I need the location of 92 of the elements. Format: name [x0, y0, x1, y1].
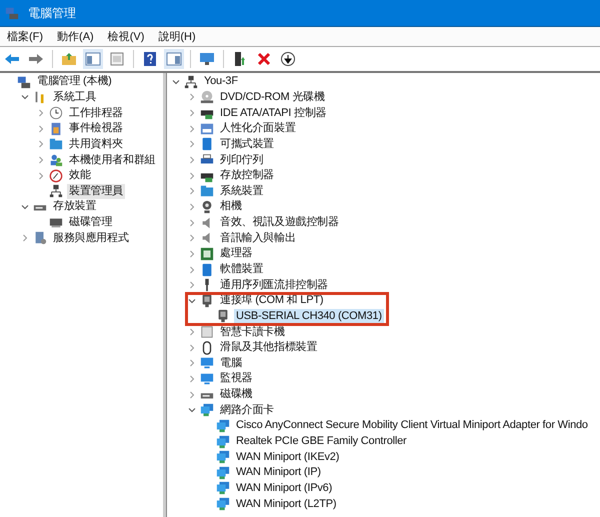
tree-item[interactable]: WAN Miniport (IKEv2) — [234, 450, 342, 465]
expand-chevron-icon[interactable] — [187, 92, 197, 102]
download-icon[interactable] — [278, 49, 298, 69]
tree-item[interactable]: IDE ATA/ATAPI 控制器 — [218, 106, 328, 121]
disc-icon — [200, 90, 214, 104]
connector-icon — [200, 294, 214, 308]
expand-chevron-icon[interactable] — [187, 124, 197, 134]
folder-icon — [200, 184, 214, 198]
tree-item[interactable]: WAN Miniport (L2TP) — [234, 496, 338, 512]
expand-chevron-icon[interactable] — [187, 248, 197, 259]
expand-chevron-icon[interactable] — [187, 202, 197, 212]
network-icon — [216, 497, 230, 512]
tree-item[interactable]: 效能 — [67, 168, 93, 184]
tree-item[interactable]: 事件檢視器 — [67, 121, 126, 136]
tree-item[interactable]: 音訊輸入與輸出 — [218, 230, 298, 246]
expand-chevron-icon[interactable] — [187, 170, 197, 181]
network-icon — [216, 450, 230, 464]
clock-icon — [49, 106, 63, 120]
expand-chevron-icon[interactable] — [187, 218, 197, 228]
tree-item[interactable]: 系統工具 — [51, 90, 98, 105]
tree-item[interactable]: 網路介面卡 — [218, 402, 276, 418]
tree-item[interactable]: Realtek PCIe GBE Family Controller — [234, 434, 408, 450]
tree-item[interactable]: 通用序列匯流排控制器 — [218, 278, 330, 293]
tree-item[interactable]: 工作排程器 — [67, 106, 126, 121]
menu-item[interactable]: 檢視(V) — [108, 29, 144, 44]
monitor-icon — [200, 356, 214, 370]
console-tree-icon[interactable] — [83, 49, 103, 69]
network-icon — [216, 466, 230, 480]
expand-chevron-icon[interactable] — [187, 342, 197, 353]
tree-item[interactable]: 系統裝置 — [218, 184, 266, 199]
tree-icon — [49, 184, 63, 198]
tree-item[interactable]: Cisco AnyConnect Secure Mobility Client Virtual Miniport Adapter for Windo — [234, 418, 590, 434]
camera-icon — [200, 200, 214, 214]
expand-chevron-icon[interactable] — [187, 108, 197, 118]
expand-chevron-icon[interactable] — [187, 264, 197, 274]
tree-item[interactable]: 監視器 — [218, 371, 254, 386]
menu-item[interactable]: 說明(H) — [158, 29, 196, 44]
tree-item[interactable]: 可攜式裝置 — [218, 136, 276, 152]
network-icon — [216, 434, 230, 449]
expand-chevron-icon[interactable] — [20, 233, 30, 244]
tree-item[interactable]: 磁碟機 — [218, 387, 254, 402]
network-icon — [216, 481, 230, 496]
tree-item[interactable]: 智慧卡讀卡機 — [218, 324, 287, 340]
expand-chevron-icon[interactable] — [187, 327, 197, 338]
expand-chevron-icon[interactable] — [187, 139, 197, 150]
network-icon — [216, 418, 230, 433]
menu-item[interactable]: 動作(A) — [57, 29, 94, 44]
tree-item[interactable]: 裝置管理員 — [67, 184, 126, 199]
expand-chevron-icon[interactable] — [187, 155, 197, 166]
window-title: 電腦管理 — [28, 4, 76, 22]
tree-item[interactable]: 處理器 — [218, 246, 254, 262]
tree-item[interactable]: WAN Miniport (IPv6) — [234, 480, 334, 496]
tree-item[interactable]: 音效、視訊及遊戲控制器 — [218, 215, 341, 230]
expand-chevron-icon[interactable] — [187, 186, 197, 196]
computer-icon — [5, 6, 19, 20]
tree-item[interactable]: 滑鼠及其他指標裝置 — [218, 340, 320, 356]
connector-icon — [216, 309, 230, 324]
computer-icon — [17, 74, 31, 89]
tree-item[interactable]: 電腦 — [218, 356, 244, 371]
mouse-icon — [200, 340, 214, 355]
tree-item[interactable]: 人性化介面裝置 — [218, 121, 298, 136]
expand-chevron-icon[interactable] — [187, 390, 197, 400]
tree-item[interactable]: 電腦管理 (本機) — [35, 74, 114, 90]
tree-item[interactable]: 本機使用者和群組 — [67, 152, 158, 168]
tree-item[interactable]: 軟體裝置 — [218, 262, 266, 277]
tree-item[interactable]: 存放控制器 — [218, 168, 276, 184]
expand-chevron-icon[interactable] — [36, 139, 46, 150]
tree-item[interactable]: 相機 — [218, 199, 244, 214]
folder-icon — [49, 137, 63, 152]
monitor-icon — [200, 372, 214, 386]
tree-icon — [184, 74, 198, 89]
tree-item[interactable]: 存放裝置 — [51, 199, 98, 214]
users-icon — [49, 153, 63, 168]
menu-item[interactable]: 檔案(F) — [7, 29, 44, 44]
tree-item[interactable]: WAN Miniport (IP) — [234, 465, 323, 480]
tree-item[interactable]: 列印佇列 — [218, 152, 266, 168]
tree-item[interactable]: 共用資料夾 — [67, 136, 126, 152]
network-icon — [200, 403, 214, 418]
expand-chevron-icon[interactable] — [36, 108, 46, 118]
tree-item[interactable]: USB-SERIAL CH340 (COM31) — [234, 308, 384, 324]
action-pane-icon[interactable] — [164, 49, 184, 69]
tree-item[interactable]: 服務與應用程式 — [51, 230, 131, 246]
expand-chevron-icon[interactable] — [36, 124, 46, 134]
expand-chevron-icon[interactable] — [187, 358, 197, 368]
tree-item[interactable]: 磁碟管理 — [67, 215, 114, 230]
expand-chevron-icon[interactable] — [36, 170, 46, 181]
tree-item[interactable]: You-3F — [202, 74, 240, 90]
expand-chevron-icon[interactable] — [36, 155, 46, 166]
expand-chevron-icon[interactable] — [187, 374, 197, 384]
tree-item[interactable]: DVD/CD-ROM 光碟機 — [218, 90, 327, 105]
expand-chevron-icon[interactable] — [187, 280, 197, 290]
expand-chevron-icon[interactable] — [187, 233, 197, 244]
